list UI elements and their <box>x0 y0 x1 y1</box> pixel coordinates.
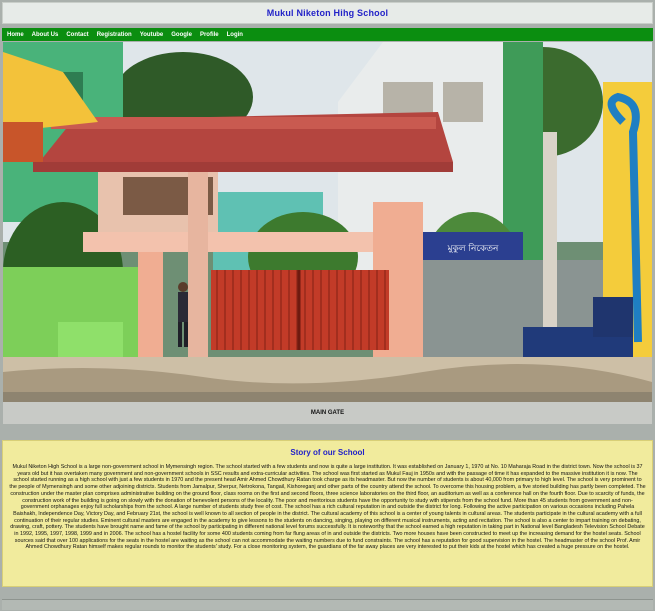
nav-login[interactable]: Login <box>227 32 243 38</box>
site-title: Mukul Niketon Hihg School <box>266 8 389 18</box>
main-navbar: Home About Us Contact Registration Youtu… <box>2 28 653 41</box>
nav-profile[interactable]: Profile <box>200 32 219 38</box>
nav-registration[interactable]: Registration <box>97 32 132 38</box>
nav-youtube[interactable]: Youtube <box>140 32 164 38</box>
footer-bar <box>2 599 653 610</box>
story-section: Story of our School Mukul Niketon High S… <box>2 440 653 587</box>
photo-caption: MAIN GATE <box>310 410 345 416</box>
nav-contact[interactable]: Contact <box>66 32 88 38</box>
main-gate-illustration: মুকুল নিকেতন <box>3 42 652 402</box>
story-title: Story of our School <box>290 448 365 457</box>
header: Mukul Niketon Hihg School <box>2 2 653 24</box>
photo-caption-band: MAIN GATE <box>3 402 652 424</box>
main-gate-photo: মুকুল নিকেতন <box>3 42 652 402</box>
school-signboard-text: মুকুল নিকেতন <box>447 243 499 254</box>
story-body: Mukul Niketon High School is a large non… <box>9 464 646 551</box>
nav-home[interactable]: Home <box>7 32 24 38</box>
nav-about-us[interactable]: About Us <box>32 32 59 38</box>
nav-google[interactable]: Google <box>171 32 192 38</box>
